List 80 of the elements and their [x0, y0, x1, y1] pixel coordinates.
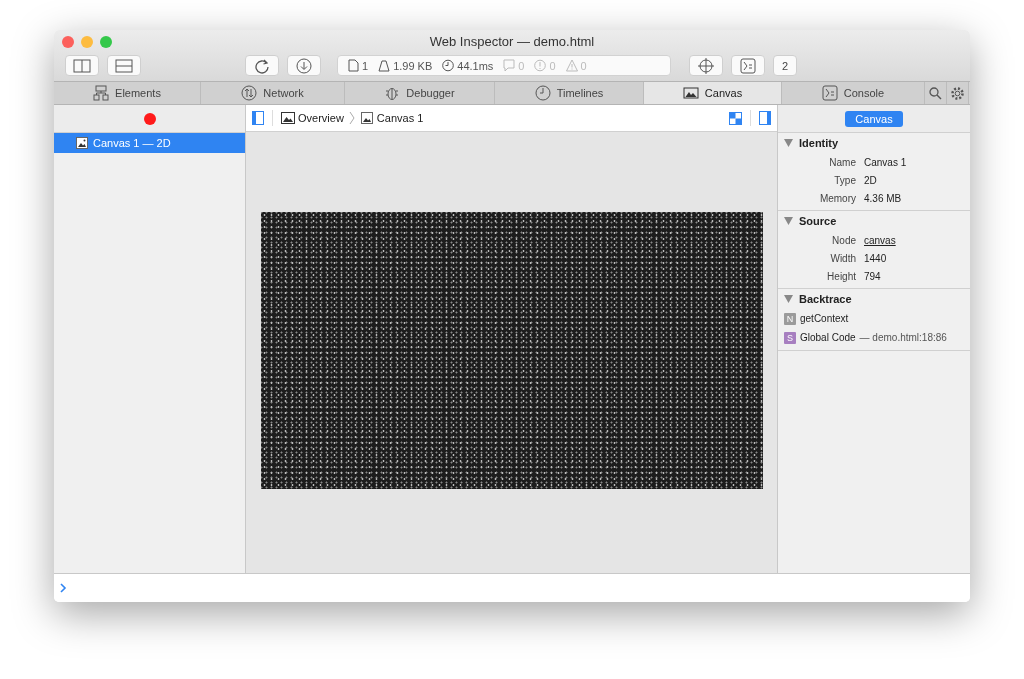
property-label: Node [831, 234, 857, 246]
console-icon [821, 85, 838, 101]
call-frame[interactable]: getContext [800, 313, 849, 324]
image-icon [682, 85, 699, 101]
sidebar-item[interactable]: Canvas 1 — 2D [54, 133, 245, 153]
tree-icon [93, 85, 110, 101]
tab[interactable]: Debugger [345, 82, 495, 104]
inspect-element-button[interactable] [689, 55, 723, 76]
property-label: Name [828, 156, 857, 168]
property-label: Memory [818, 192, 857, 204]
section-title: Identity [799, 137, 839, 149]
section-title: Backtrace [799, 293, 852, 305]
activity-item: 1.99 KB [378, 59, 433, 72]
settings-button[interactable] [947, 82, 969, 104]
arrows-circle-icon [241, 85, 258, 101]
activity-item: 0 [503, 59, 525, 72]
download-button[interactable] [287, 55, 321, 76]
property-label: Type [833, 174, 857, 186]
clock-icon [442, 59, 455, 72]
download-icon [296, 57, 312, 74]
function-badge: N [784, 312, 796, 325]
checkerboard-icon[interactable] [729, 111, 742, 125]
prompt-chevron-icon [60, 583, 67, 593]
tab[interactable]: Elements [54, 82, 201, 104]
dock-bottom-button[interactable] [107, 55, 141, 76]
weight-icon [378, 59, 391, 72]
tab[interactable]: Console [782, 82, 925, 104]
property-value: 4.36 MB [864, 192, 902, 204]
search-icon [929, 86, 942, 100]
sidebar-toggle-icon[interactable] [759, 111, 771, 125]
property-value: 794 [864, 270, 881, 282]
property-label: Width [829, 252, 857, 264]
disclosure-triangle-icon[interactable] [784, 217, 793, 225]
close-button[interactable] [62, 36, 74, 48]
property-value: Canvas 1 [864, 156, 907, 168]
image-icon [76, 137, 88, 149]
disclosure-triangle-icon[interactable] [784, 139, 793, 147]
tab[interactable]: Canvas [644, 82, 782, 104]
property-value: 2D [864, 174, 877, 186]
count-button[interactable]: 2 [773, 55, 797, 76]
search-button[interactable] [925, 82, 947, 104]
exclamation-circle-icon [534, 59, 547, 72]
section-title: Source [799, 215, 837, 227]
console-button[interactable] [731, 55, 765, 76]
clock-icon [534, 85, 551, 101]
property-value: 1440 [864, 252, 887, 264]
document-icon [347, 59, 359, 72]
split-horizontal-icon [115, 58, 133, 73]
warning-icon [565, 59, 578, 72]
console-icon [740, 57, 756, 74]
source-location[interactable]: — demo.html:18:86 [859, 332, 947, 343]
activity-item: 44.1ms [442, 59, 494, 72]
record-indicator[interactable] [143, 112, 156, 125]
activity-item: 0 [534, 59, 556, 72]
activity-item: 1 [347, 59, 369, 72]
settings-icon [950, 85, 965, 101]
window-title: Web Inspector — demo.html [429, 33, 595, 51]
tab[interactable]: Timelines [495, 82, 644, 104]
dock-side-button[interactable] [65, 55, 99, 76]
canvas-button[interactable]: Canvas [845, 110, 903, 127]
bug-icon [384, 85, 401, 101]
disclosure-triangle-icon[interactable] [784, 295, 793, 303]
property-label: Height [826, 270, 857, 282]
image-icon [359, 112, 374, 124]
image-icon [281, 112, 295, 124]
function-badge: S [784, 331, 796, 344]
split-vertical-icon [73, 58, 91, 73]
zoom-button[interactable] [100, 36, 112, 48]
call-frame[interactable]: Global Code [800, 332, 856, 343]
breadcrumb-item[interactable]: Canvas 1 [359, 112, 424, 124]
activity-item: 0 [565, 59, 587, 72]
chevron-icon [348, 111, 355, 125]
reload-button[interactable] [245, 55, 279, 76]
node-link[interactable]: canvas [864, 234, 896, 246]
breadcrumb-item[interactable]: Overview [281, 112, 344, 124]
reload-icon [254, 57, 270, 74]
crosshair-icon [697, 56, 715, 75]
tab[interactable]: Network [201, 82, 345, 104]
sidebar-toggle-icon[interactable] [252, 111, 264, 125]
speech-bubble-icon [503, 59, 516, 72]
